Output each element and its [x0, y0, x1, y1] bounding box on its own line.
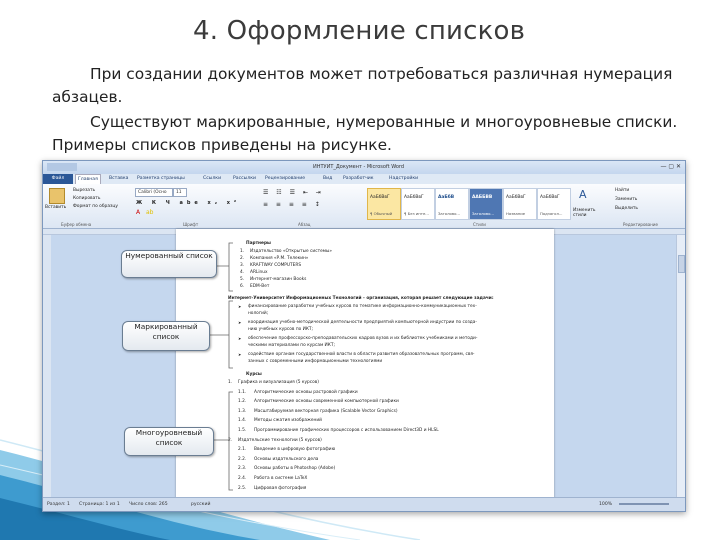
- callout-bulleted: Маркированный список: [122, 321, 210, 351]
- callout-numbered: Нумерованный список: [121, 250, 217, 278]
- callout-bulleted-text: Маркированный список: [134, 322, 198, 341]
- callout-numbered-text: Нумерованный список: [125, 251, 213, 260]
- list-brackets: [200, 242, 233, 491]
- callout-multilevel-text: Многоуровневый список: [135, 428, 203, 447]
- callout-multilevel: Многоуровневый список: [124, 427, 214, 456]
